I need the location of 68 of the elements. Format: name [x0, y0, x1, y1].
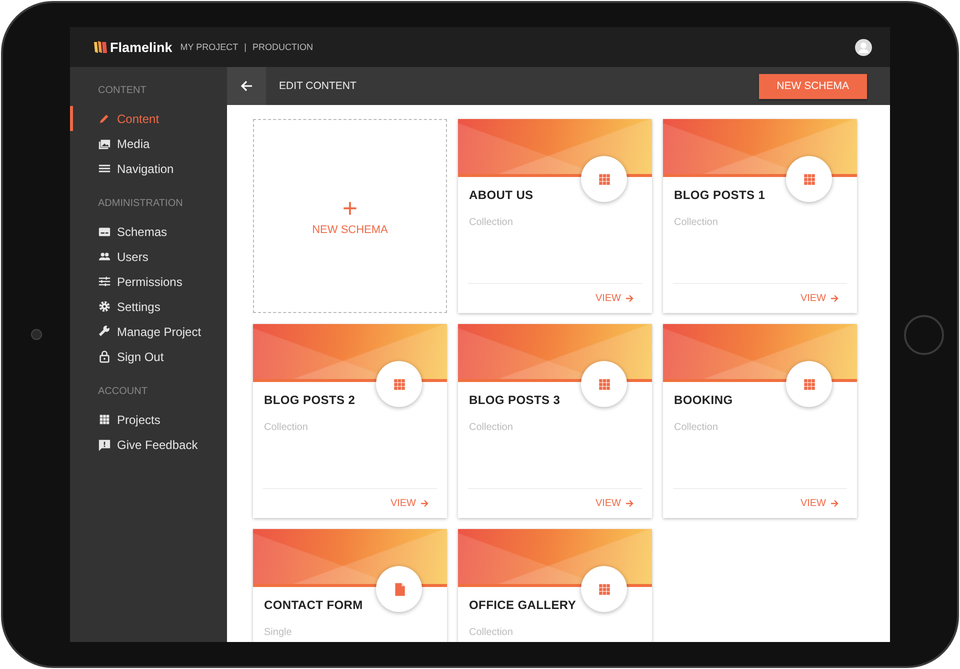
sidebar-item[interactable]: Settings: [70, 294, 227, 319]
avatar-icon[interactable]: [855, 38, 872, 56]
icon-circle[interactable]: [376, 361, 422, 407]
arrow-icon: [830, 294, 839, 303]
sliders-icon: [98, 275, 111, 288]
card-title: BLOG POSTS 2: [264, 393, 356, 407]
settings-icon: [98, 300, 111, 313]
icon-circle[interactable]: [786, 361, 832, 407]
sidebar-item[interactable]: Media: [70, 131, 227, 156]
menu-icon: [98, 162, 111, 175]
card-title: BLOG POSTS 3: [469, 393, 562, 407]
card-type: Collection: [674, 217, 719, 229]
separator: |: [244, 42, 246, 52]
sidebar-item[interactable]: Sign Out: [70, 344, 227, 369]
sidebar-item[interactable]: Permissions: [70, 269, 227, 294]
sidebar-item[interactable]: Projects: [70, 407, 227, 432]
arrow-icon: [420, 499, 429, 508]
grid-icon: [98, 413, 111, 426]
wrench-icon: [98, 325, 111, 338]
icon-circle[interactable]: [786, 156, 832, 202]
arrow-icon: [625, 499, 634, 508]
section-heading: ADMINISTRATION: [97, 197, 184, 211]
card-type: Collection: [264, 422, 309, 434]
sidebar-item[interactable]: Give Feedback: [70, 432, 227, 457]
section-heading: CONTENT: [97, 84, 148, 98]
lock-icon: [98, 350, 111, 363]
sidebar-item[interactable]: Content: [70, 106, 227, 131]
pencil-icon: [98, 112, 111, 125]
grid-icon: [596, 582, 612, 596]
back-arrow-icon: [240, 80, 253, 92]
sidebar-item[interactable]: Users: [70, 244, 227, 269]
arrow-icon: [830, 499, 839, 508]
grid-icon: [596, 376, 612, 392]
card-icon: [98, 225, 111, 238]
icon-circle[interactable]: [581, 361, 627, 407]
grid-icon: [802, 172, 816, 186]
users-icon: [98, 250, 111, 263]
card-title: ABOUT US: [469, 188, 534, 202]
card-type: Single: [264, 627, 293, 639]
sidebar-item[interactable]: Schemas: [70, 219, 227, 244]
icon-circle[interactable]: [376, 566, 422, 612]
sidebar-item[interactable]: Navigation: [70, 156, 227, 181]
project-name[interactable]: MY PROJECT: [180, 42, 238, 52]
card-title: CONTACT FORM: [264, 598, 364, 612]
sidebar-item[interactable]: Manage Project: [70, 319, 227, 344]
arrow-icon: [625, 294, 634, 303]
card-title: BOOKING: [674, 393, 734, 407]
card-type: Collection: [674, 422, 719, 434]
icon-circle[interactable]: [581, 156, 627, 202]
camera-icon: [31, 329, 42, 340]
grid-icon: [392, 376, 406, 392]
card-title: BLOG POSTS 1: [674, 188, 766, 202]
back-button[interactable]: [227, 67, 266, 105]
page-title: EDIT CONTENT: [279, 80, 356, 92]
section-heading: ACCOUNT: [97, 385, 148, 399]
card-title: OFFICE GALLERY: [469, 598, 578, 612]
app-logo: Flamelink: [110, 40, 172, 54]
logo-icon: [94, 41, 107, 53]
grid-icon: [596, 172, 612, 186]
feedback-icon: [98, 438, 111, 451]
card-type: Collection: [469, 627, 514, 639]
grid-icon: [802, 376, 816, 392]
home-button[interactable]: [904, 314, 944, 354]
images-icon: [98, 137, 111, 150]
card-type: Collection: [469, 217, 514, 229]
card-type: Collection: [469, 422, 514, 434]
environment-name[interactable]: PRODUCTION: [252, 42, 313, 52]
icon-circle[interactable]: [581, 566, 627, 612]
